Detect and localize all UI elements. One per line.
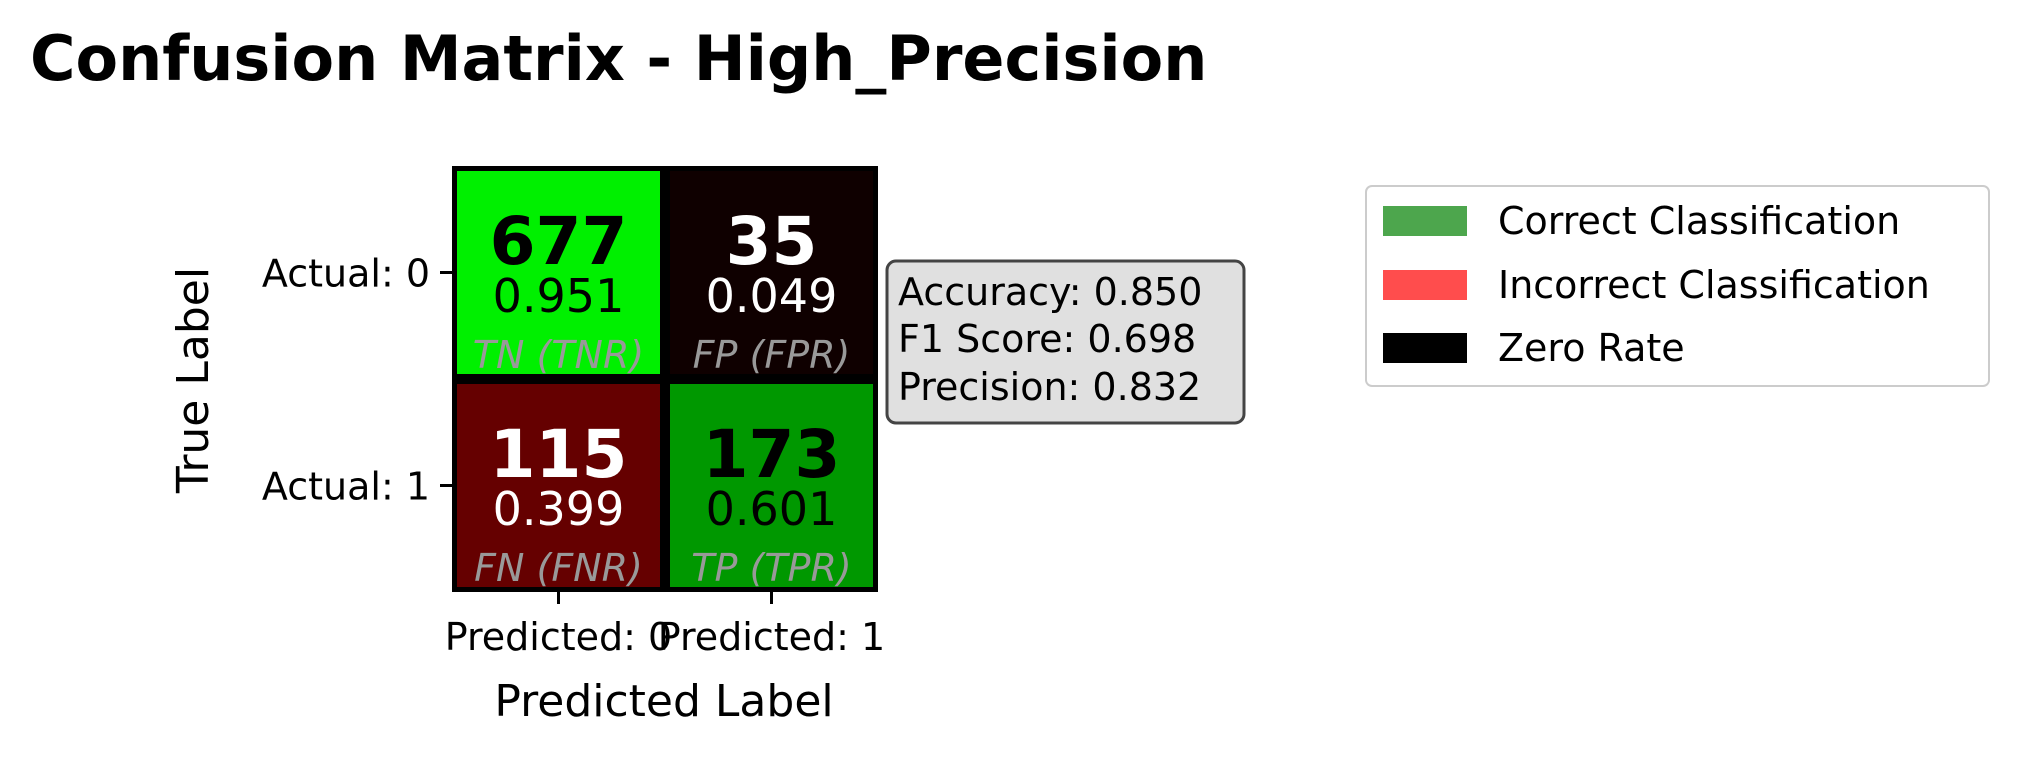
y-tick-label-1: Actual: 1 xyxy=(262,465,430,509)
cell-r1c1-tag: TP (TPR) xyxy=(691,546,851,590)
x-tick-label-0: Predicted: 0 xyxy=(445,615,672,659)
legend-swatch-correct xyxy=(1383,206,1467,236)
legend-label-correct: Correct Classification xyxy=(1498,199,1900,243)
metrics-box: Accuracy: 0.850 F1 Score: 0.698 Precisio… xyxy=(885,259,1246,425)
y-axis-label: True Label xyxy=(168,267,219,494)
cell-r1c1-rate: 0.601 xyxy=(706,482,838,536)
cell-r0c1-rate: 0.049 xyxy=(706,269,838,323)
cell-r0c1-tag: FP (FPR) xyxy=(693,333,851,377)
x-axis-label: Predicted Label xyxy=(494,676,833,727)
metric-accuracy: Accuracy: 0.850 xyxy=(898,270,1202,314)
legend-label-zero-rate: Zero Rate xyxy=(1498,326,1685,370)
cell-r1c0-tag: FN (FNR) xyxy=(474,546,643,590)
metric-f1-score: F1 Score: 0.698 xyxy=(898,317,1196,361)
cell-r0c0-rate: 0.951 xyxy=(493,269,625,323)
legend-swatch-incorrect xyxy=(1383,270,1467,300)
legend-label-incorrect: Incorrect Classification xyxy=(1498,263,1930,307)
cell-r1c0-rate: 0.399 xyxy=(493,482,625,536)
y-tick-label-0: Actual: 0 xyxy=(262,252,430,296)
chart-root: Confusion Matrix - High_Precision 677 0.9… xyxy=(0,0,2017,756)
metric-precision: Precision: 0.832 xyxy=(898,365,1201,409)
cell-r0c0-tag: TN (TNR) xyxy=(473,333,644,377)
x-tick-label-1: Predicted: 1 xyxy=(658,615,885,659)
legend-swatch-zero-rate xyxy=(1383,333,1467,363)
chart-title: Confusion Matrix - High_Precision xyxy=(30,22,1207,95)
matrix-group: 6770.951TN (TNR)350.049FP (FPR)1150.399F… xyxy=(452,166,878,592)
confusion-matrix-chart: Confusion Matrix - High_Precision 6770.9… xyxy=(30,22,1990,727)
legend: Correct Classification Incorrect Classif… xyxy=(1365,185,1990,387)
